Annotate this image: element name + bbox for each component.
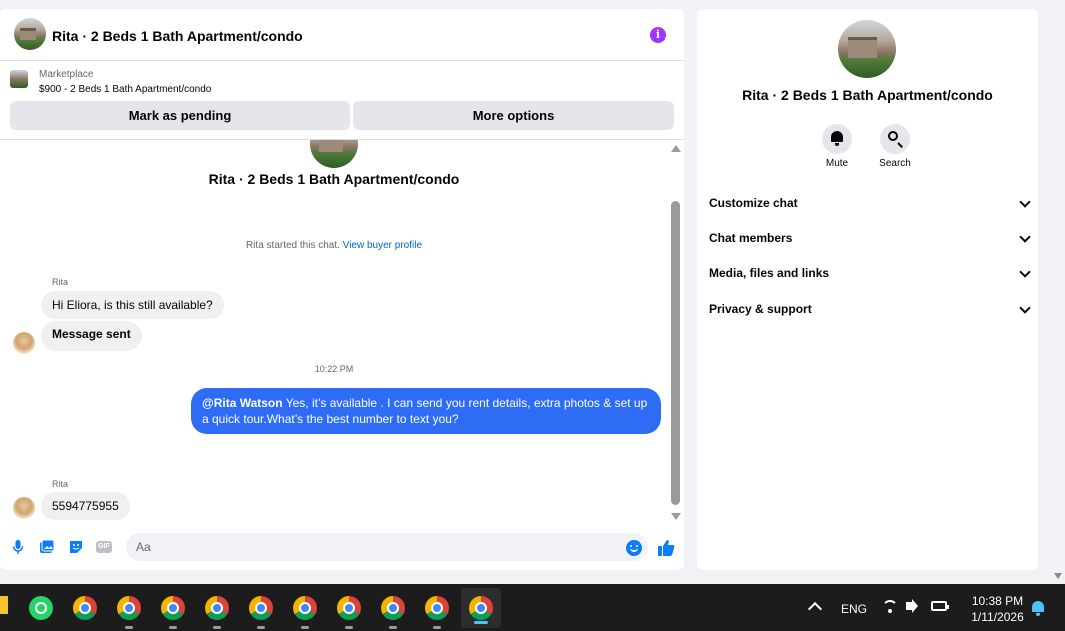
volume-icon[interactable] xyxy=(906,602,912,610)
sender-avatar[interactable] xyxy=(13,497,35,519)
section-customize-chat[interactable]: Customize chat xyxy=(709,196,1031,216)
chrome-app[interactable] xyxy=(114,593,144,629)
scroll-down-arrow-icon[interactable] xyxy=(671,513,681,520)
file-explorer-icon[interactable] xyxy=(0,596,8,614)
active-app-indicator xyxy=(474,621,488,624)
chrome-icon xyxy=(117,596,141,620)
chrome-icon xyxy=(249,596,273,620)
message-sent-card[interactable]: Message sent xyxy=(41,321,142,351)
mute-button[interactable]: Mute xyxy=(807,124,867,169)
whatsapp-app[interactable] xyxy=(26,593,56,623)
chrome-app[interactable] xyxy=(422,593,452,629)
chevron-down-icon[interactable] xyxy=(1019,196,1031,208)
chrome-icon xyxy=(425,596,449,620)
listing-thumbnail[interactable] xyxy=(10,70,28,88)
chrome-icon xyxy=(161,596,185,620)
incoming-message[interactable]: 5594775955 xyxy=(41,492,130,520)
gif-icon[interactable]: GIF xyxy=(96,541,112,553)
incoming-message[interactable]: Hi Eliora, is this still available? xyxy=(41,291,224,319)
chrome-icon xyxy=(205,596,229,620)
show-hidden-icons-icon[interactable] xyxy=(807,601,823,617)
conversation-info-panel: Rita · 2 Beds 1 Bath Apartment/condo Mut… xyxy=(697,9,1038,570)
section-label: Media, files and links xyxy=(709,266,830,280)
search-icon[interactable] xyxy=(880,124,910,154)
section-privacy-support[interactable]: Privacy & support xyxy=(709,302,1031,322)
sticker-icon[interactable] xyxy=(68,539,84,555)
search-button[interactable]: Search xyxy=(865,124,925,169)
profile-avatar[interactable] xyxy=(838,20,896,78)
chrome-app-active[interactable] xyxy=(466,593,496,623)
message-timestamp: 10:22 PM xyxy=(314,364,354,374)
listing-title[interactable]: $900 - 2 Beds 1 Bath Apartment/condo xyxy=(39,84,211,95)
mute-label: Mute xyxy=(825,158,849,169)
search-label: Search xyxy=(879,158,911,169)
page-scroll-down-icon[interactable] xyxy=(1054,573,1062,579)
chat-avatar[interactable] xyxy=(14,18,46,50)
chat-title[interactable]: Rita · 2 Beds 1 Bath Apartment/condo xyxy=(52,28,303,44)
scroll-up-arrow-icon[interactable] xyxy=(671,145,681,152)
chrome-app[interactable] xyxy=(202,593,232,629)
thread-avatar xyxy=(310,140,358,168)
marketplace-label: Marketplace xyxy=(39,69,94,80)
scrollbar-thumb[interactable] xyxy=(671,201,680,505)
thread-title: Rita · 2 Beds 1 Bath Apartment/condo xyxy=(208,171,460,187)
outgoing-message[interactable]: @Rita Watson Yes, it’s available . I can… xyxy=(191,388,661,434)
sender-name: Rita xyxy=(52,479,69,489)
chrome-app[interactable] xyxy=(334,593,364,629)
chrome-app[interactable] xyxy=(70,593,100,623)
thumbs-up-icon[interactable] xyxy=(656,538,676,558)
chat-started-notice: Rita started this chat. View buyer profi… xyxy=(0,240,668,251)
mention[interactable]: @Rita Watson xyxy=(202,396,283,410)
battery-icon[interactable] xyxy=(931,601,949,611)
language-indicator[interactable]: ENG xyxy=(841,602,867,616)
chevron-down-icon[interactable] xyxy=(1019,266,1031,278)
chrome-icon xyxy=(337,596,361,620)
section-label: Chat members xyxy=(709,231,793,245)
clock-date[interactable]: 1/11/2026 xyxy=(960,610,1035,624)
chrome-app[interactable] xyxy=(246,593,276,629)
photo-icon[interactable] xyxy=(39,539,55,555)
composer: GIF xyxy=(0,529,684,567)
chrome-app[interactable] xyxy=(158,593,188,629)
bell-icon[interactable] xyxy=(822,124,852,154)
chevron-down-icon[interactable] xyxy=(1019,231,1031,243)
notifications-icon[interactable] xyxy=(1032,601,1044,616)
info-icon[interactable]: i xyxy=(650,27,666,43)
view-buyer-profile-link[interactable]: View buyer profile xyxy=(343,240,422,251)
chrome-icon xyxy=(293,596,317,620)
microphone-icon[interactable] xyxy=(10,539,26,555)
wifi-icon[interactable] xyxy=(882,600,898,614)
section-label: Customize chat xyxy=(709,196,798,210)
message-input[interactable] xyxy=(126,533,648,561)
chat-panel: Rita · 2 Beds 1 Bath Apartment/condo i M… xyxy=(0,9,684,570)
message-list: Rita · 2 Beds 1 Bath Apartment/condo Rit… xyxy=(0,140,668,524)
taskbar: ENG 10:38 PM 1/11/2026 xyxy=(0,584,1065,631)
mark-as-pending-button[interactable]: Mark as pending xyxy=(10,101,350,130)
chat-header: Rita · 2 Beds 1 Bath Apartment/condo i xyxy=(0,9,684,61)
sender-name: Rita xyxy=(52,277,69,287)
chrome-icon xyxy=(469,596,493,620)
chrome-app[interactable] xyxy=(378,593,408,629)
chevron-down-icon[interactable] xyxy=(1019,302,1031,314)
marketplace-strip: Marketplace $900 - 2 Beds 1 Bath Apartme… xyxy=(0,61,684,140)
more-options-button[interactable]: More options xyxy=(353,101,674,130)
section-chat-members[interactable]: Chat members xyxy=(709,231,1031,251)
message-scrollbar[interactable] xyxy=(668,140,684,524)
chrome-app[interactable] xyxy=(290,593,320,629)
section-media-files-links[interactable]: Media, files and links xyxy=(709,266,1031,286)
whatsapp-icon xyxy=(29,596,53,620)
sender-avatar[interactable] xyxy=(13,332,35,354)
profile-name: Rita · 2 Beds 1 Bath Apartment/condo xyxy=(742,87,993,103)
started-text: Rita started this chat. xyxy=(245,240,340,251)
clock-time[interactable]: 10:38 PM xyxy=(960,594,1035,608)
chrome-icon xyxy=(73,596,97,620)
section-label: Privacy & support xyxy=(709,302,812,316)
chrome-icon xyxy=(381,596,405,620)
emoji-icon[interactable] xyxy=(626,540,642,556)
